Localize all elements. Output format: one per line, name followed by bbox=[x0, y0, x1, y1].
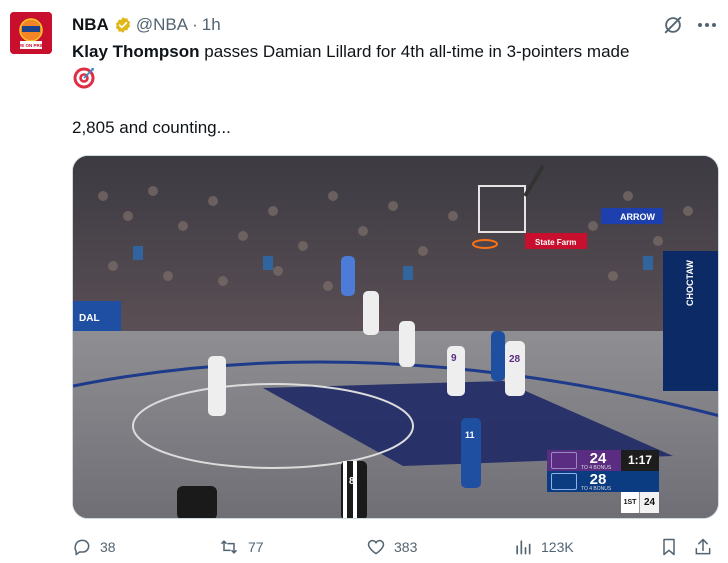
author-name[interactable]: NBA bbox=[72, 15, 109, 35]
share-icon bbox=[695, 538, 711, 555]
tweet-text-line2: 2,805 and counting... bbox=[72, 118, 231, 137]
verified-badge-icon[interactable] bbox=[114, 16, 132, 34]
separator-dot: · bbox=[192, 15, 198, 34]
game-clock: 1:17 bbox=[621, 450, 659, 471]
bookmark-icon bbox=[663, 538, 675, 556]
shot-clock: 24 bbox=[639, 492, 659, 513]
svg-text:28: 28 bbox=[509, 354, 521, 365]
arena-sign-choctaw: CHOCTAW bbox=[685, 260, 695, 306]
reply-count: 38 bbox=[100, 539, 116, 555]
repost-icon bbox=[220, 540, 238, 554]
player-name: Klay Thompson bbox=[72, 42, 200, 61]
share-button[interactable] bbox=[693, 532, 721, 562]
arena-sign-arrow: ARROW bbox=[620, 212, 655, 222]
video-player[interactable]: DAL CHOCTAW ARROW State Farm 9 28 8 11 2… bbox=[72, 155, 719, 519]
repost-button[interactable]: 77 bbox=[218, 532, 264, 562]
heart-icon bbox=[367, 539, 385, 555]
avatar-caption: LIVE ON PRIME bbox=[14, 43, 48, 48]
arena-sign-statefarm: State Farm bbox=[535, 238, 576, 247]
tweet-text-rest: passes Damian Lillard for 4th all-time i… bbox=[199, 42, 630, 61]
direct-hit-icon bbox=[72, 66, 96, 90]
reply-icon bbox=[74, 539, 90, 556]
game-period: 1ST bbox=[621, 492, 639, 513]
scoreboard-home-row: 24 TO 4 BONUS 1:17 bbox=[547, 450, 659, 471]
more-options-icon[interactable] bbox=[692, 12, 722, 38]
views-chart-icon bbox=[516, 540, 531, 555]
like-count: 383 bbox=[394, 539, 418, 555]
scoreboard: 24 TO 4 BONUS 1:17 28 TO 4 BONUS 1ST 24 bbox=[547, 450, 659, 513]
reply-button[interactable]: 38 bbox=[72, 532, 116, 562]
svg-text:9: 9 bbox=[451, 353, 457, 364]
tweet-header: NBA @NBA · 1h bbox=[72, 14, 221, 36]
tweet[interactable]: LIVE ON PRIME NBA @NBA · 1h Klay Thompso… bbox=[0, 0, 728, 563]
grok-icon[interactable] bbox=[660, 12, 686, 38]
views-button[interactable]: 123K bbox=[513, 532, 574, 562]
bookmark-button[interactable] bbox=[659, 532, 687, 562]
away-sub: TO 4 BONUS bbox=[581, 486, 612, 492]
author-handle[interactable]: @NBA bbox=[136, 15, 188, 35]
svg-text:11: 11 bbox=[465, 430, 475, 440]
views-count: 123K bbox=[541, 539, 574, 555]
mavericks-logo-icon bbox=[551, 473, 577, 490]
timestamp[interactable]: 1h bbox=[202, 15, 221, 35]
repost-count: 77 bbox=[248, 539, 264, 555]
svg-text:DAL: DAL bbox=[79, 313, 100, 324]
scoreboard-away-row: 28 TO 4 BONUS 1ST 24 bbox=[547, 471, 659, 513]
svg-text:8: 8 bbox=[349, 476, 355, 487]
action-bar: 38 77 383 123K bbox=[0, 532, 728, 562]
tweet-text: Klay Thompson passes Damian Lillard for … bbox=[72, 41, 629, 63]
avatar[interactable]: LIVE ON PRIME bbox=[10, 12, 52, 54]
like-button[interactable]: 383 bbox=[366, 532, 417, 562]
kings-logo-icon bbox=[551, 452, 577, 469]
